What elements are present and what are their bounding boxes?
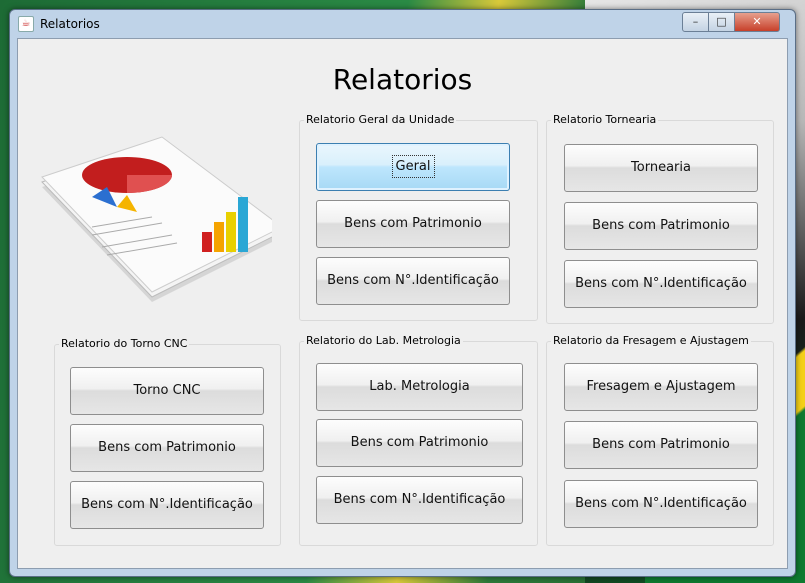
- close-button[interactable]: ✕: [734, 12, 780, 32]
- report-document-chart-icon: [41, 136, 272, 302]
- metrologia-bens-identificacao-button[interactable]: Bens com N°.Identificação: [316, 476, 523, 524]
- panel-title-metrologia: Relatorio do Lab. Metrologia: [304, 334, 463, 347]
- metrologia-button[interactable]: Lab. Metrologia: [316, 363, 523, 411]
- panel-relatorio-tornearia: Relatorio Tornearia Tornearia Bens com P…: [546, 113, 774, 324]
- panel-relatorio-geral: Relatorio Geral da Unidade Geral Bens co…: [299, 113, 538, 321]
- torno-cnc-bens-identificacao-button[interactable]: Bens com N°.Identificação: [70, 481, 264, 529]
- page-title: Relatorios: [332, 63, 473, 96]
- content-area: Relatorios Relatorio Geral da Unidade Ge…: [17, 38, 788, 569]
- tornearia-button[interactable]: Tornearia: [564, 144, 758, 192]
- torno-cnc-bens-patrimonio-button[interactable]: Bens com Patrimonio: [70, 424, 264, 472]
- fresagem-bens-identificacao-button[interactable]: Bens com N°.Identificação: [564, 480, 758, 528]
- tornearia-bens-patrimonio-button[interactable]: Bens com Patrimonio: [564, 202, 758, 250]
- geral-button-label: Geral: [391, 155, 435, 178]
- panel-title-tornearia: Relatorio Tornearia: [551, 113, 659, 126]
- panel-title-torno-cnc: Relatorio do Torno CNC: [59, 337, 190, 350]
- panel-title-fresagem: Relatorio da Fresagem e Ajustagem: [551, 334, 751, 347]
- geral-bens-patrimonio-button[interactable]: Bens com Patrimonio: [316, 200, 510, 248]
- fresagem-bens-patrimonio-button[interactable]: Bens com Patrimonio: [564, 421, 758, 469]
- metrologia-bens-patrimonio-button[interactable]: Bens com Patrimonio: [316, 419, 523, 467]
- maximize-button[interactable]: □: [708, 12, 735, 32]
- torno-cnc-button[interactable]: Torno CNC: [70, 367, 264, 415]
- minimize-button[interactable]: –: [682, 12, 709, 32]
- title-bar[interactable]: ☕ Relatorios – □ ✕: [10, 10, 795, 38]
- tornearia-bens-identificacao-button[interactable]: Bens com N°.Identificação: [564, 260, 758, 308]
- fresagem-button[interactable]: Fresagem e Ajustagem: [564, 363, 758, 411]
- panel-title-geral: Relatorio Geral da Unidade: [304, 113, 457, 126]
- java-app-icon: ☕: [18, 16, 34, 32]
- relatorios-window: ☕ Relatorios – □ ✕ Relatorios Relatorio …: [9, 9, 796, 577]
- window-title: Relatorios: [40, 17, 100, 31]
- panel-relatorio-fresagem: Relatorio da Fresagem e Ajustagem Fresag…: [546, 334, 774, 546]
- geral-button[interactable]: Geral: [316, 143, 510, 191]
- panel-relatorio-torno-cnc: Relatorio do Torno CNC Torno CNC Bens co…: [54, 337, 281, 546]
- panel-relatorio-metrologia: Relatorio do Lab. Metrologia Lab. Metrol…: [299, 334, 538, 546]
- geral-bens-identificacao-button[interactable]: Bens com N°.Identificação: [316, 257, 510, 305]
